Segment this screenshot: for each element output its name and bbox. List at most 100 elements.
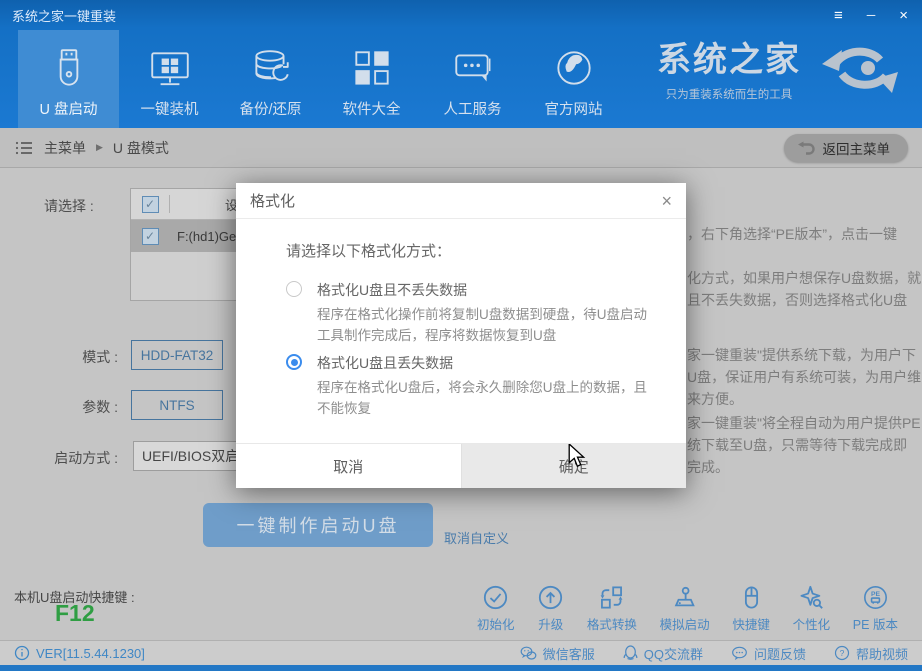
help-text-line: 家一键重装"提供系统下载，为用户下 <box>687 345 922 365</box>
tool-label: 模拟启动 <box>660 614 710 633</box>
radio-selected[interactable] <box>286 354 302 370</box>
select-all-checkbox[interactable]: ✓ <box>142 196 159 213</box>
status-bar: VER[11.5.44.1230] 微信客服 <box>0 640 922 665</box>
back-to-main-menu-button[interactable]: 返回主菜单 <box>784 134 909 162</box>
nav-item-support[interactable]: 人工服务 <box>422 30 523 128</box>
option-title: 格式化U盘且不丢失数据 <box>317 280 666 300</box>
radio-unselected[interactable] <box>286 281 302 297</box>
feedback-bubble-icon <box>731 646 748 661</box>
qq-penguin-icon <box>623 645 638 661</box>
format-option-keep-data[interactable]: 格式化U盘且不丢失数据 程序在格式化操作前将复制U盘数据到硬盘，待U盘启动工具制… <box>286 280 666 346</box>
help-text-line: 来方便。 <box>687 389 922 409</box>
back-button-label: 返回主菜单 <box>823 138 891 158</box>
app-window: 系统之家一键重装 ≡ ─ × U 盘启动 <box>0 0 922 671</box>
help-text-line: U盘，保证用户有系统可装，为用户维 <box>687 367 922 387</box>
nav-label: 备份/还原 <box>239 98 301 119</box>
menu-icon[interactable]: ≡ <box>830 6 847 25</box>
tool-label: 个性化 <box>793 614 831 633</box>
info-icon <box>14 645 30 661</box>
breadcrumb-current: U 盘模式 <box>113 138 169 158</box>
device-checkbox[interactable]: ✓ <box>142 228 159 245</box>
dialog-titlebar: 格式化 × <box>236 183 686 219</box>
dialog-close-icon[interactable]: × <box>661 192 672 210</box>
footer-link-label: 帮助视频 <box>856 644 908 663</box>
option-description: 程序在格式化操作前将复制U盘数据到硬盘，待U盘启动工具制作完成后，程序将数据恢复… <box>317 304 659 346</box>
tool-pe-version[interactable]: PE PE 版本 <box>853 584 898 633</box>
mouse-icon <box>738 584 765 611</box>
tool-format-convert[interactable]: 格式转换 <box>587 584 637 633</box>
tool-simulate-boot[interactable]: 模拟启动 <box>660 584 710 633</box>
tool-personalize[interactable]: 个性化 <box>793 584 831 633</box>
help-video-link[interactable]: ? 帮助视频 <box>834 644 908 663</box>
mode-label: 模式 : <box>18 347 118 367</box>
tool-label: 初始化 <box>477 614 515 633</box>
format-option-lose-data[interactable]: 格式化U盘且丢失数据 程序在格式化U盘后，将会永久删除您U盘上的数据，且不能恢复 <box>286 353 666 419</box>
nav-label: 人工服务 <box>444 98 502 119</box>
param-button[interactable]: NTFS <box>131 390 223 420</box>
menu-list-icon <box>14 138 34 158</box>
tool-label: 快捷键 <box>732 614 770 633</box>
tool-upgrade[interactable]: 升级 <box>537 584 564 633</box>
question-circle-icon: ? <box>834 645 850 661</box>
nav-label: 官方网站 <box>545 98 603 119</box>
tool-label: 格式转换 <box>587 614 637 633</box>
nav-item-one-key-install[interactable]: 一键装机 <box>119 30 220 128</box>
help-text-line: 完成。 <box>687 457 922 477</box>
param-label: 参数 : <box>18 397 118 417</box>
up-arrow-circle-icon <box>537 584 564 611</box>
sparkle-magnifier-icon <box>798 584 825 611</box>
help-text-line: 家一键重装"将全程自动为用户提供PE <box>687 413 922 433</box>
option-title: 格式化U盘且丢失数据 <box>317 353 666 373</box>
breadcrumb-bar: 主菜单 ▶ U 盘模式 返回主菜单 <box>0 128 922 168</box>
footer-links: 微信客服 QQ交流群 <box>520 644 908 663</box>
nav-label: 一键装机 <box>141 98 199 119</box>
main-nav: U 盘启动 一键装机 <box>18 30 624 128</box>
chat-service-icon <box>450 40 496 98</box>
make-boot-usb-button[interactable]: 一键制作启动U盘 <box>203 503 433 547</box>
cancel-button[interactable]: 取消 <box>236 444 461 488</box>
footer-link-label: QQ交流群 <box>644 644 703 663</box>
nav-item-usb-boot[interactable]: U 盘启动 <box>18 30 119 128</box>
apps-grid-icon <box>349 40 395 98</box>
mode-button[interactable]: HDD-FAT32 <box>131 340 223 370</box>
footer-link-label: 问题反馈 <box>754 644 806 663</box>
mouse-cursor <box>566 444 588 468</box>
nav-label: U 盘启动 <box>40 98 98 119</box>
wechat-icon <box>520 646 537 661</box>
window-controls: ≡ ─ × <box>830 0 912 30</box>
svg-text:?: ? <box>840 648 845 658</box>
swoosh-arrows-icon <box>812 38 904 98</box>
dialog-title: 格式化 <box>250 190 295 211</box>
dialog-footer: 取消 确定 <box>236 443 686 488</box>
nav-item-official-site[interactable]: 官方网站 <box>523 30 624 128</box>
window-bottom-border <box>0 665 922 671</box>
version-text: VER[11.5.44.1230] <box>36 646 145 661</box>
brand-logo: 系统之家 <box>654 40 804 81</box>
qq-group-link[interactable]: QQ交流群 <box>623 644 703 663</box>
breadcrumb-separator-icon: ▶ <box>96 142 103 153</box>
header: 系统之家一键重装 ≡ ─ × U 盘启动 <box>0 0 922 128</box>
wechat-support-link[interactable]: 微信客服 <box>520 644 595 663</box>
tool-label: 升级 <box>538 614 563 633</box>
option-description: 程序在格式化U盘后，将会永久删除您U盘上的数据，且不能恢复 <box>317 377 659 419</box>
minimize-icon[interactable]: ─ <box>863 7 880 23</box>
tool-initialize[interactable]: 初始化 <box>477 584 515 633</box>
help-text-line: 化方式，如果用户想保存U盘数据，就 <box>687 268 922 288</box>
footer-link-label: 微信客服 <box>543 644 595 663</box>
nav-item-backup-restore[interactable]: 备份/还原 <box>220 30 321 128</box>
breadcrumb-root[interactable]: 主菜单 <box>44 138 86 158</box>
feedback-link[interactable]: 问题反馈 <box>731 644 806 663</box>
tool-hotkey[interactable]: 快捷键 <box>732 584 770 633</box>
titlebar: 系统之家一键重装 ≡ ─ × <box>0 0 922 30</box>
cancel-custom-link[interactable]: 取消自定义 <box>444 528 509 547</box>
nav-item-software-center[interactable]: 软件大全 <box>321 30 422 128</box>
globe-icon <box>551 40 597 98</box>
check-circle-icon <box>482 584 509 611</box>
device-name: F:(hd1)Ge <box>177 229 236 244</box>
help-text-line: ，右下角选择“PE版本”，点击一键 <box>687 224 922 244</box>
close-icon[interactable]: × <box>895 6 912 25</box>
boot-mode-label: 启动方式 : <box>18 448 118 468</box>
format-convert-icon <box>598 584 625 611</box>
tool-label: PE 版本 <box>853 614 898 633</box>
boot-hotkey-value: F12 <box>55 600 95 627</box>
